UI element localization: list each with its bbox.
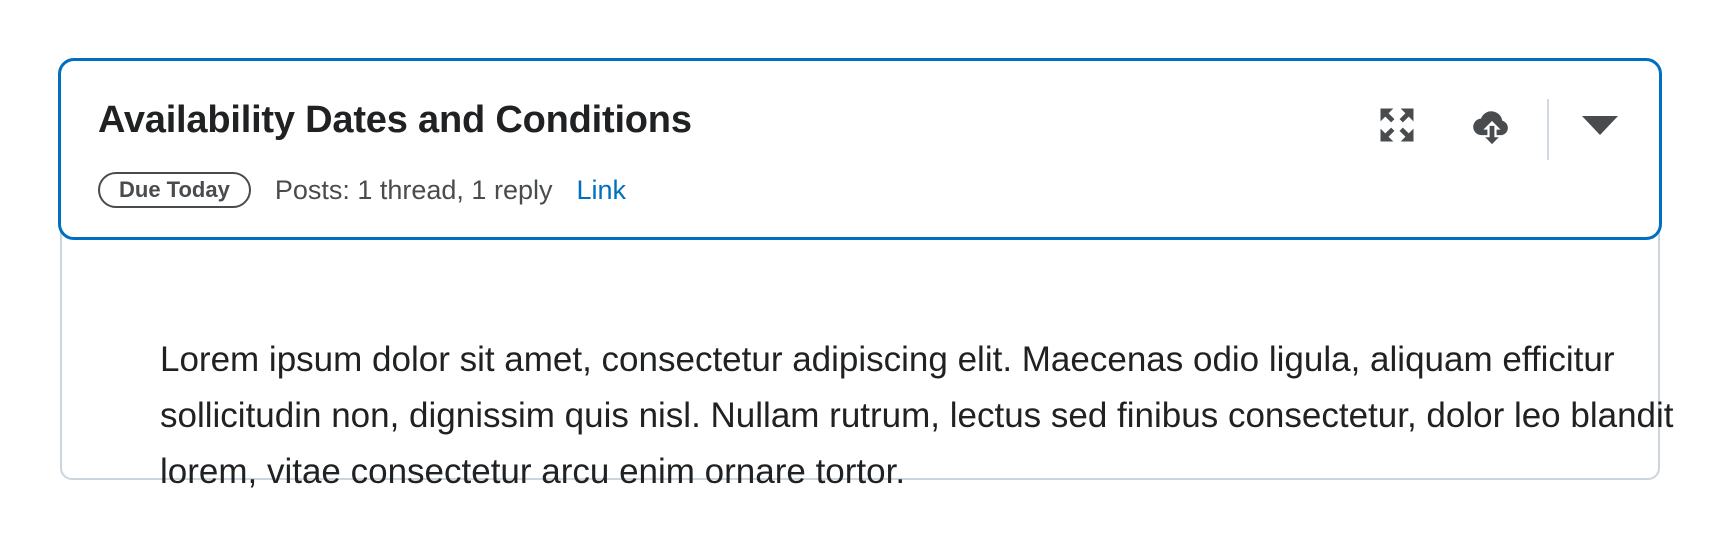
- card-meta: Due Today Posts: 1 thread, 1 reply Link: [98, 170, 626, 210]
- cloud-upload-icon: [1473, 111, 1508, 145]
- collapse-toggle-button[interactable]: [1572, 99, 1628, 151]
- caret-down-icon: [1582, 116, 1618, 135]
- card-header[interactable]: Availability Dates and Conditions Due To…: [58, 58, 1662, 240]
- cloud-button[interactable]: [1466, 99, 1518, 151]
- posts-summary: Posts: 1 thread, 1 reply: [274, 174, 553, 205]
- expand-button[interactable]: [1371, 99, 1423, 151]
- card-body-text: Lorem ipsum dolor sit amet, consectetur …: [160, 340, 1674, 491]
- card-link[interactable]: Link: [576, 175, 626, 206]
- expand-arrows-icon: [1380, 108, 1414, 142]
- card-title: Availability Dates and Conditions: [98, 99, 692, 141]
- due-status-badge: Due Today: [98, 172, 251, 208]
- actions-divider: [1547, 99, 1549, 160]
